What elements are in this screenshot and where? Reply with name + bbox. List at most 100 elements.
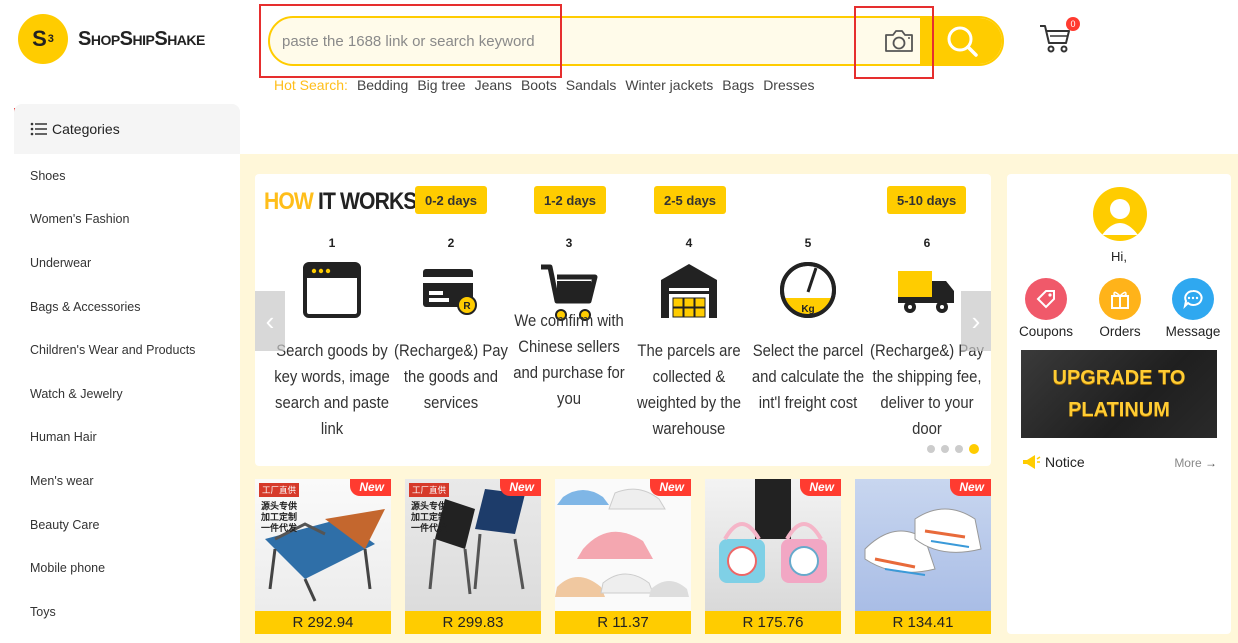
step-number: 3 (565, 236, 573, 250)
step-4: 4 The parcels are collected & weighted b… (624, 236, 754, 442)
product-price: R 299.83 (405, 611, 541, 634)
orders-label: Orders (1099, 324, 1141, 339)
upgrade-line-1: UPGRADE TO (1052, 367, 1186, 389)
camping-chair-image (428, 489, 525, 595)
hot-search-item[interactable]: Bedding (357, 77, 408, 93)
step-number: 6 (923, 236, 931, 250)
promo-line: 一件代发 (411, 523, 448, 533)
category-item-womens-fashion[interactable]: Women's Fashion (14, 198, 240, 242)
search-button[interactable] (920, 18, 1002, 64)
logo-mark: S3 (18, 14, 68, 64)
gift-icon (1099, 278, 1141, 320)
category-item-toys[interactable]: Toys (14, 590, 240, 634)
product-price: R 11.37 (555, 611, 691, 634)
category-item-beauty-care[interactable]: Beauty Care (14, 503, 240, 547)
carousel-prev-button[interactable]: ‹ (255, 291, 285, 351)
cart-button[interactable]: 0 (1038, 17, 1080, 56)
product-card[interactable]: 工厂直供 源头专供 加工定制 一件代发 New R 292.94 (255, 479, 391, 634)
chat-icon (1172, 278, 1214, 320)
carousel-dot[interactable] (927, 445, 935, 453)
step-5: 5 Kg Select the parcel and calculate the… (743, 236, 873, 416)
hot-search-item[interactable]: Dresses (763, 77, 814, 93)
payment-card-icon: R (386, 254, 516, 326)
product-image: New (705, 479, 841, 611)
product-image: 工厂直供 源头专供 加工定制 一件代发 New (405, 479, 541, 611)
megaphone-icon (1023, 455, 1041, 469)
brand-name: ShopShipShake (78, 27, 205, 50)
upgrade-line-2: PLATINUM (1068, 399, 1170, 421)
page: S3 ShopShipShake 0 Hot Search: Bedding B… (0, 0, 1238, 643)
coupon-icon (1025, 278, 1067, 320)
logo-sup: 3 (47, 33, 54, 45)
hot-search-item[interactable]: Jeans (475, 77, 512, 93)
message-label: Message (1165, 324, 1221, 339)
message-button[interactable]: Message (1158, 278, 1228, 339)
chevron-right-icon: › (971, 305, 981, 336)
hot-search-item[interactable]: Winter jackets (625, 77, 713, 93)
factory-tag: 工厂直供 (409, 483, 450, 497)
hot-search-item[interactable]: Big tree (417, 77, 465, 93)
category-item-bags[interactable]: Bags & Accessories (14, 285, 240, 329)
more-link[interactable]: More → (1174, 456, 1217, 470)
promo-line: 一件代发 (261, 523, 298, 533)
duration-badge: 2-5 days (654, 186, 727, 214)
product-image: New (555, 479, 691, 611)
avatar[interactable] (1093, 187, 1147, 241)
step-1: 1 Search goods by key words, image searc… (267, 236, 397, 442)
upgrade-platinum-banner[interactable]: UPGRADE TO PLATINUM (1021, 350, 1217, 438)
duration-badge: 1-2 days (534, 186, 607, 214)
hot-search-item[interactable]: Bags (722, 77, 754, 93)
product-image: 工厂直供 源头专供 加工定制 一件代发 New (255, 479, 391, 611)
promo-text: 源头专供 加工定制 一件代发 (261, 501, 297, 534)
how-it-works-carousel: HOW IT WORKS 0-2 days 1-2 days 2-5 days … (255, 174, 991, 466)
carousel-dot-active[interactable] (969, 444, 979, 454)
step-text: (Recharge&) Pay the shipping fee, delive… (870, 342, 984, 438)
orders-button[interactable]: Orders (1085, 278, 1155, 339)
step-text: The parcels are collected & weighted by … (636, 342, 742, 438)
coupons-button[interactable]: Coupons (1011, 278, 1081, 339)
greeting: Hi, (1111, 249, 1127, 264)
coupons-label: Coupons (1018, 324, 1074, 339)
warehouse-icon (624, 254, 754, 326)
hot-search-item[interactable]: Sandals (566, 77, 617, 93)
user-panel: Hi, Coupons Orders Message UPGRADE TO PL… (1007, 174, 1231, 634)
promo-line: 加工定制 (261, 512, 298, 522)
search-icon (947, 26, 978, 57)
new-tag: New (650, 479, 691, 496)
logo[interactable]: S3 ShopShipShake (18, 14, 205, 64)
title-rest: IT WORKS (317, 188, 417, 215)
folding-chair-image (265, 509, 385, 602)
hot-search: Hot Search: Bedding Big tree Jeans Boots… (274, 77, 815, 93)
search-input[interactable] (270, 18, 870, 64)
step-text: Select the parcel and calculate the int'… (751, 342, 865, 412)
more-label: More (1174, 456, 1202, 470)
category-item-mens-wear[interactable]: Men's wear (14, 459, 240, 503)
new-tag: New (500, 479, 541, 496)
duration-badge: 0-2 days (415, 186, 488, 214)
product-price: R 292.94 (255, 611, 391, 634)
new-tag: New (350, 479, 391, 496)
camera-icon[interactable] (882, 25, 916, 57)
arrow-right-icon: → (1205, 456, 1217, 470)
category-item-underwear[interactable]: Underwear (14, 241, 240, 285)
category-item-mobile-phone[interactable]: Mobile phone (14, 546, 240, 590)
scale-icon: Kg (743, 254, 873, 326)
category-list: Shoes Women's Fashion Underwear Bags & A… (14, 154, 240, 634)
product-card[interactable]: New R 11.37 (555, 479, 691, 634)
category-item-watch-jewelry[interactable]: Watch & Jewelry (14, 372, 240, 416)
product-card[interactable]: New R 175.76 (705, 479, 841, 634)
category-item-human-hair[interactable]: Human Hair (14, 416, 240, 460)
carousel-dot[interactable] (941, 445, 949, 453)
categories-header[interactable]: Categories (14, 104, 240, 154)
product-card[interactable]: New R 134.41 (855, 479, 991, 634)
product-card[interactable]: 工厂直供 源头专供 加工定制 一件代发 New R 299.83 (405, 479, 541, 634)
carousel-dot[interactable] (955, 445, 963, 453)
hot-search-label: Hot Search: (274, 77, 348, 93)
carousel-next-button[interactable]: › (961, 291, 991, 351)
step-number: 1 (328, 236, 336, 250)
category-item-childrens-wear[interactable]: Children's Wear and Products (14, 328, 240, 372)
promo-line: 加工定制 (411, 512, 448, 522)
promo-line: 源头专供 (411, 501, 448, 511)
category-item-shoes[interactable]: Shoes (14, 154, 240, 198)
hot-search-item[interactable]: Boots (521, 77, 557, 93)
